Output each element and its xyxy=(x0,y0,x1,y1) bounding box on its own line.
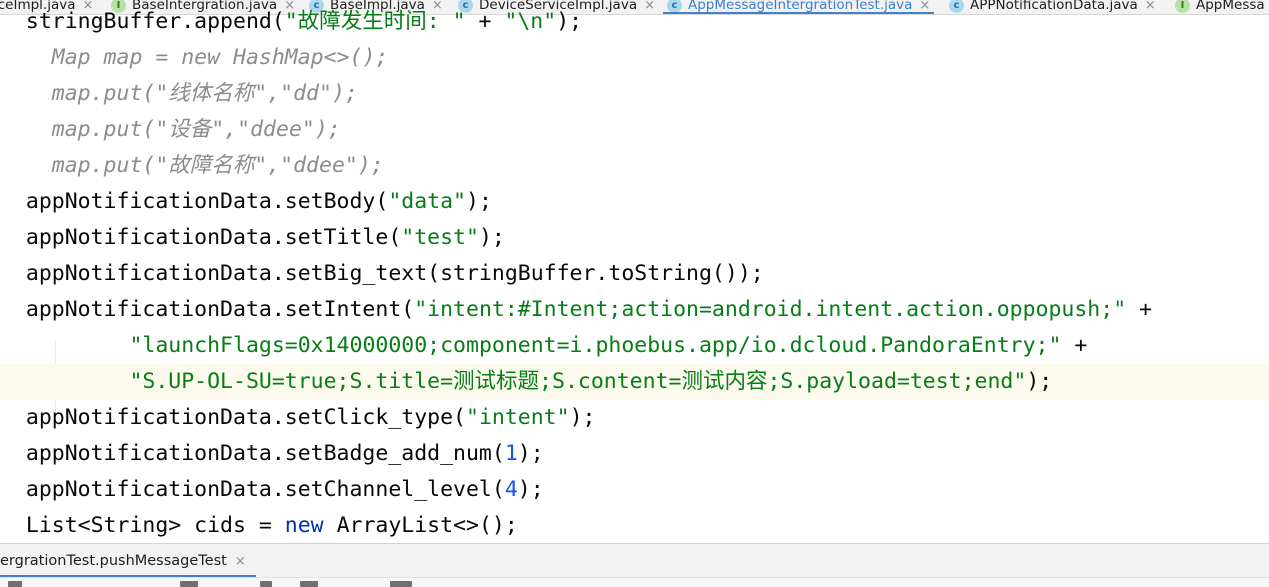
code-token-num: 4 xyxy=(504,477,518,502)
code-line[interactable]: map.put("故障名称","ddee"); xyxy=(0,148,1269,184)
code-token-kw: new xyxy=(284,513,324,538)
code-token-plain: + xyxy=(465,9,505,34)
code-token-plain: stringBuffer.append( xyxy=(25,9,285,34)
code-line[interactable]: appNotificationData.setTitle("test"); xyxy=(0,220,1269,256)
code-token-plain: ); xyxy=(569,405,596,430)
code-line[interactable]: List<String> cids = new ArrayList<>(); xyxy=(0,508,1269,544)
run-tool-window-header: ergrationTest.pushMessageTest × xyxy=(0,543,1269,578)
code-line-current[interactable]: "S.UP-OL-SU=true;S.title=测试标题;S.content=… xyxy=(0,364,1269,400)
code-token-plain: List<String> cids = xyxy=(25,513,285,538)
check-icon[interactable] xyxy=(180,581,198,587)
code-token-str: "data" xyxy=(388,189,466,214)
code-token-comment: map.put("线体名称","dd"); xyxy=(51,81,358,106)
code-editor[interactable]: stringBuffer.append("故障发生时间: " + "\n"); … xyxy=(0,9,1269,544)
code-token-plain: ); xyxy=(1026,369,1053,394)
code-token-plain: ); xyxy=(466,189,492,214)
code-token-str: "intent:#Intent;action=android.intent.ac… xyxy=(414,297,1127,322)
code-token-plain: ); xyxy=(517,441,544,466)
code-token-plain: appNotificationData.setBig_text(stringBu… xyxy=(25,261,764,286)
code-token-plain: ); xyxy=(556,9,583,34)
code-token-plain: ); xyxy=(478,225,505,250)
code-line[interactable]: stringBuffer.append("故障发生时间: " + "\n"); xyxy=(0,4,1269,40)
code-token-plain: + xyxy=(1061,333,1088,358)
code-token-num: 1 xyxy=(504,441,518,466)
code-line[interactable]: appNotificationData.setClick_type("inten… xyxy=(0,400,1269,436)
code-token-str: "故障发生时间: " xyxy=(284,9,466,34)
code-line[interactable]: map.put("设备","ddee"); xyxy=(0,112,1269,148)
code-token-str: "test" xyxy=(401,225,479,250)
code-line[interactable]: Map map = new HashMap<>(); xyxy=(0,40,1269,76)
run-toolbar xyxy=(0,577,1269,587)
run-tab-push-message-test[interactable]: ergrationTest.pushMessageTest × xyxy=(0,544,256,578)
code-token-plain: appNotificationData.setChannel_level( xyxy=(25,477,505,502)
code-token-plain: ); xyxy=(517,477,544,502)
code-line[interactable]: appNotificationData.setBadge_add_num(1); xyxy=(0,436,1269,472)
code-line[interactable]: appNotificationData.setIntent("intent:#I… xyxy=(0,292,1269,328)
code-token-str: "\n" xyxy=(504,9,557,34)
code-token-plain: appNotificationData.setBadge_add_num( xyxy=(25,441,505,466)
test-status-icon xyxy=(260,581,272,587)
code-line[interactable]: appNotificationData.setChannel_level(4); xyxy=(0,472,1269,508)
code-token-comment: Map map = new HashMap<>(); xyxy=(51,45,389,70)
code-token-plain: appNotificationData.setBody( xyxy=(25,189,389,214)
code-line[interactable]: appNotificationData.setBig_text(stringBu… xyxy=(0,256,1269,292)
code-token-comment: map.put("故障名称","ddee"); xyxy=(51,153,384,178)
code-token-comment: map.put("设备","ddee"); xyxy=(51,117,341,142)
code-token-str: "launchFlags=0x14000000;component=i.phoe… xyxy=(129,333,1062,358)
code-token-plain: appNotificationData.setTitle( xyxy=(25,225,402,250)
run-tab-label: ergrationTest.pushMessageTest xyxy=(0,553,227,569)
code-token-plain: + xyxy=(1126,297,1153,322)
code-token-str: "intent" xyxy=(466,405,570,430)
code-token-plain: appNotificationData.setIntent( xyxy=(25,297,415,322)
test-result-icon xyxy=(390,581,412,587)
close-icon[interactable]: × xyxy=(235,554,246,569)
test-duration-icon xyxy=(300,581,318,587)
code-line[interactable]: "launchFlags=0x14000000;component=i.phoe… xyxy=(0,328,1269,364)
code-token-plain: ArrayList<>(); xyxy=(323,513,518,538)
code-line[interactable]: map.put("线体名称","dd"); xyxy=(0,76,1269,112)
code-token-str: "S.UP-OL-SU=true;S.title=测试标题;S.content=… xyxy=(129,369,1027,394)
rerun-icon[interactable] xyxy=(8,581,22,587)
code-token-plain: appNotificationData.setClick_type( xyxy=(25,405,466,430)
code-line[interactable]: appNotificationData.setBody("data"); xyxy=(0,184,1269,220)
